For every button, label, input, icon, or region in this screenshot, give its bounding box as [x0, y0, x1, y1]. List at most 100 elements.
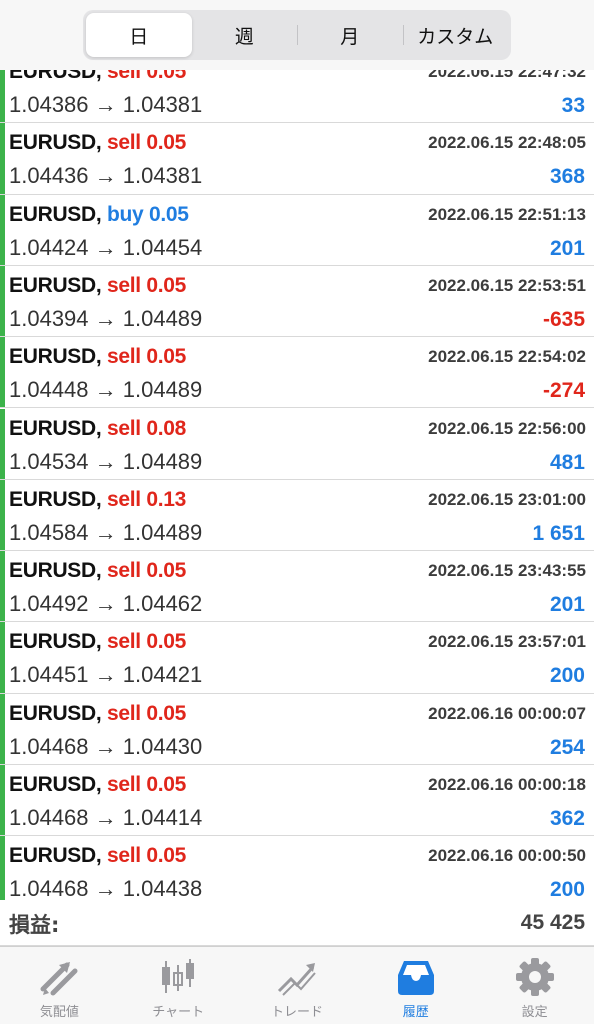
- deal-time: 2022.06.15 23:57:01: [428, 632, 586, 652]
- tab-settings[interactable]: 設定: [475, 947, 594, 1024]
- period-segmented-control: 日 週 月 カスタム: [83, 10, 511, 60]
- deal-profit: -274: [542, 379, 585, 403]
- deal-time: 2022.06.15 22:56:00: [428, 418, 586, 438]
- deal-symbol-text: EURUSD,: [9, 273, 102, 297]
- deal-row[interactable]: EURUSD, sell 0.05 2022.06.16 00:00:07 1.04…: [0, 693, 594, 765]
- deal-row[interactable]: EURUSD, sell 0.05 2022.06.16 00:00:50 1.04…: [0, 836, 594, 900]
- deal-history-list[interactable]: EURUSD, sell 0.05 2022.06.15 22:47:32 1.04…: [0, 70, 594, 900]
- deal-symbol-text: EURUSD,: [9, 773, 102, 796]
- gear-icon: [515, 958, 554, 996]
- deal-symbol-text: EURUSD,: [9, 416, 102, 440]
- deal-side-bar: [0, 622, 5, 693]
- deal-profit: 481: [549, 450, 585, 474]
- deal-row[interactable]: EURUSD, sell 0.08 2022.06.15 22:56:00 1.04…: [0, 408, 594, 480]
- deal-side: sell 0.13: [106, 487, 187, 511]
- deal-symbol: EURUSD, sell 0.05: [9, 70, 186, 84]
- deal-prices: 1.04436 → 1.04381: [9, 163, 203, 189]
- deal-side-bar: [0, 70, 5, 123]
- deal-time: 2022.06.16 00:00:50: [428, 846, 586, 866]
- deal-time: 2022.06.15 22:51:13: [428, 204, 586, 224]
- segment-week[interactable]: 週: [192, 13, 298, 57]
- tab-settings-label: 設定: [521, 1005, 548, 1020]
- deal-prices: 1.04468 → 1.04430: [9, 733, 203, 759]
- deal-prices: 1.04584 → 1.04489: [9, 519, 203, 545]
- deal-profit: 200: [549, 664, 585, 688]
- deal-row[interactable]: EURUSD, buy 0.05 2022.06.15 22:51:13 1.044…: [0, 194, 594, 266]
- deal-symbol-text: EURUSD,: [9, 844, 102, 868]
- deal-side-bar: [0, 765, 5, 836]
- deal-side-bar: [0, 551, 5, 622]
- profit-total-value: 45 425: [520, 911, 585, 934]
- deal-symbol-text: EURUSD,: [9, 70, 102, 83]
- deal-profit: 254: [549, 735, 585, 759]
- deal-time: 2022.06.16 00:00:07: [428, 703, 586, 723]
- tab-chart[interactable]: チャート: [119, 947, 238, 1024]
- deal-prices: 1.04451 → 1.04421: [9, 662, 203, 688]
- deal-symbol: EURUSD, sell 0.05: [9, 131, 186, 155]
- deal-row[interactable]: EURUSD, sell 0.05 2022.06.15 22:48:05 1.04…: [0, 123, 594, 195]
- deal-symbol: EURUSD, sell 0.05: [9, 345, 186, 369]
- deal-side: sell 0.08: [106, 416, 187, 440]
- deal-row[interactable]: EURUSD, sell 0.05 2022.06.15 22:54:02 1.04…: [0, 337, 594, 409]
- deal-prices: 1.04448 → 1.04489: [9, 377, 203, 403]
- deal-time: 2022.06.15 22:47:32: [428, 70, 586, 81]
- deal-profit: 201: [549, 236, 585, 260]
- segment-day[interactable]: 日: [86, 13, 192, 57]
- deal-prices: 1.04468 → 1.04414: [9, 805, 203, 830]
- deal-time: 2022.06.15 22:48:05: [428, 133, 586, 153]
- deal-time: 2022.06.15 22:53:51: [428, 275, 586, 295]
- deal-prices: 1.04534 → 1.04489: [9, 448, 203, 474]
- deal-profit: 362: [549, 807, 585, 830]
- deal-side-bar: [0, 123, 5, 194]
- segment-custom[interactable]: カスタム: [402, 13, 509, 57]
- deal-time: 2022.06.15 23:43:55: [428, 561, 586, 581]
- quotes-icon: [40, 962, 78, 996]
- deal-time: 2022.06.15 23:01:00: [428, 489, 586, 509]
- deal-profit: -635: [542, 307, 585, 331]
- tab-quotes[interactable]: 気配値: [0, 947, 119, 1024]
- profit-total-label: 損益:: [9, 913, 60, 937]
- deal-row[interactable]: EURUSD, sell 0.05 2022.06.15 23:57:01 1.04…: [0, 622, 594, 694]
- deal-symbol-text: EURUSD,: [9, 202, 102, 226]
- deal-side-bar: [0, 836, 5, 900]
- deal-row[interactable]: EURUSD, sell 0.05 2022.06.15 22:47:32 1.04…: [0, 70, 594, 124]
- deal-side: sell 0.05: [106, 559, 187, 583]
- tab-trade[interactable]: トレード: [238, 947, 357, 1024]
- deal-side-bar: [0, 194, 5, 265]
- tab-history[interactable]: 履歴: [356, 947, 475, 1024]
- history-icon: [397, 961, 434, 995]
- period-selector-bar: 日 週 月 カスタム: [0, 0, 594, 70]
- deal-profit: 368: [549, 165, 585, 189]
- deal-symbol-text: EURUSD,: [9, 131, 102, 155]
- deal-symbol-text: EURUSD,: [9, 559, 102, 583]
- deal-side: sell 0.05: [106, 844, 187, 868]
- deal-side-bar: [0, 479, 5, 551]
- deal-row[interactable]: EURUSD, sell 0.05 2022.06.15 23:43:55 1.04…: [0, 551, 594, 623]
- deal-side: sell 0.05: [106, 701, 187, 725]
- deal-symbol: EURUSD, sell 0.05: [9, 630, 186, 654]
- deal-row[interactable]: EURUSD, sell 0.13 2022.06.15 23:01:00 1.04…: [0, 479, 594, 552]
- deal-row[interactable]: EURUSD, sell 0.05 2022.06.15 22:53:51 1.04…: [0, 265, 594, 338]
- deal-time: 2022.06.15 22:54:02: [428, 347, 586, 367]
- tab-history-label: 履歴: [402, 1005, 429, 1020]
- profit-total-row: 損益: 45 425: [0, 900, 594, 946]
- segment-month[interactable]: 月: [297, 13, 403, 57]
- deal-prices: 1.04424 → 1.04454: [9, 234, 203, 260]
- deal-side-bar: [0, 265, 5, 337]
- deal-prices: 1.04468 → 1.04438: [9, 876, 203, 900]
- deal-row[interactable]: EURUSD, sell 0.05 2022.06.16 00:00:18 1.04…: [0, 765, 594, 837]
- deal-symbol: EURUSD, sell 0.05: [9, 773, 186, 797]
- deal-side: sell 0.05: [106, 345, 187, 369]
- deal-symbol-text: EURUSD,: [9, 701, 102, 725]
- deal-symbol: EURUSD, buy 0.05: [9, 203, 189, 227]
- deal-symbol: EURUSD, sell 0.05: [9, 844, 186, 868]
- deal-symbol: EURUSD, sell 0.08: [9, 417, 186, 441]
- deal-symbol: EURUSD, sell 0.05: [9, 702, 186, 726]
- tab-chart-label: チャート: [152, 1005, 205, 1020]
- deal-side-bar: [0, 337, 5, 408]
- deal-symbol-text: EURUSD,: [9, 630, 102, 654]
- tab-quotes-label: 気配値: [39, 1005, 79, 1020]
- deal-prices: 1.04394 → 1.04489: [9, 305, 203, 331]
- deal-time: 2022.06.16 00:00:18: [428, 775, 586, 794]
- deal-side-bar: [0, 693, 5, 764]
